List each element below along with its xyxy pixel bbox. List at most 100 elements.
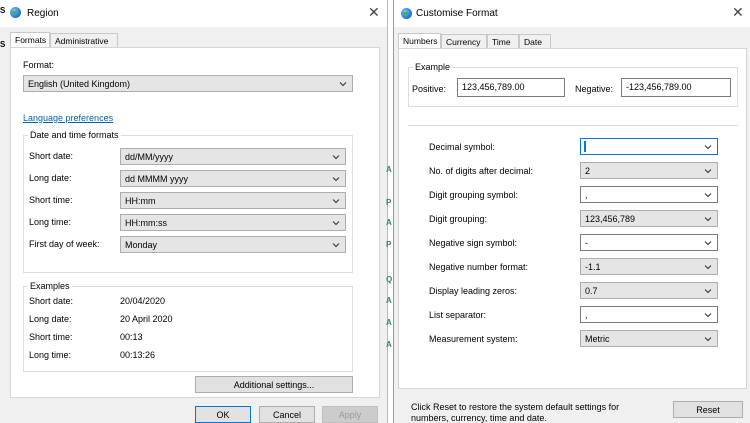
chevron-down-icon xyxy=(704,335,712,343)
reset-button[interactable]: Reset xyxy=(673,401,743,418)
example-short-time-value: 00:13 xyxy=(120,332,143,342)
ok-button[interactable]: OK xyxy=(195,406,251,423)
decimal-symbol-label: Decimal symbol: xyxy=(429,142,496,152)
chevron-down-icon xyxy=(704,239,712,247)
short-time-value: HH:mm xyxy=(125,196,156,206)
long-date-dropdown[interactable]: dd MMMM yyyy xyxy=(120,170,346,187)
display-leading-zeros-value: 0.7 xyxy=(585,286,598,296)
long-date-value: dd MMMM yyyy xyxy=(125,174,188,184)
positive-label: Positive: xyxy=(412,84,447,94)
background-glyph: A xyxy=(386,296,392,305)
negative-number-format-dropdown[interactable]: -1.1 xyxy=(580,258,718,275)
tab-date[interactable]: Date xyxy=(519,34,551,48)
first-day-of-week-label: First day of week: xyxy=(29,239,100,249)
background-glyph: P xyxy=(386,240,392,249)
example-short-date-label: Short date: xyxy=(29,296,74,306)
digit-grouping-value: 123,456,789 xyxy=(585,214,636,224)
examples-title: Examples xyxy=(28,281,72,291)
region-title: Region xyxy=(27,8,59,19)
positive-value: 123,456,789.00 xyxy=(462,82,525,92)
measurement-system-value: Metric xyxy=(585,334,610,344)
short-date-value: dd/MM/yyyy xyxy=(125,152,174,162)
cancel-button[interactable]: Cancel xyxy=(259,406,315,423)
format-value: English (United Kingdom) xyxy=(28,79,131,89)
chevron-down-icon xyxy=(704,263,712,271)
example-long-time-value: 00:13:26 xyxy=(120,350,156,360)
background-left-glyph: S xyxy=(0,6,6,15)
chevron-down-icon xyxy=(704,167,712,175)
digits-after-decimal-label: No. of digits after decimal: xyxy=(429,166,534,176)
short-date-dropdown[interactable]: dd/MM/yyyy xyxy=(120,148,346,165)
chevron-down-icon xyxy=(704,143,712,151)
digit-grouping-symbol-label: Digit grouping symbol: xyxy=(429,190,519,200)
negative-sign-symbol-value: - xyxy=(585,238,588,248)
short-time-label: Short time: xyxy=(29,195,73,205)
negative-number-format-label: Negative number format: xyxy=(429,262,529,272)
format-label: Format: xyxy=(23,60,55,70)
example-long-date-value: 20 April 2020 xyxy=(120,314,173,324)
chevron-down-icon xyxy=(332,219,340,227)
background-glyph: A xyxy=(386,318,392,327)
additional-settings-button[interactable]: Additional settings... xyxy=(195,376,353,393)
example-short-date-value: 20/04/2020 xyxy=(120,296,166,306)
negative-example-box: -123,456,789.00 xyxy=(621,78,731,97)
decimal-symbol-dropdown[interactable] xyxy=(580,138,718,155)
separator xyxy=(408,125,738,126)
tab-currency[interactable]: Currency xyxy=(441,34,487,48)
examples-group: Examples Short date: 20/04/2020 Long dat… xyxy=(23,281,353,372)
long-time-label: Long time: xyxy=(29,217,72,227)
tab-time[interactable]: Time xyxy=(487,34,519,48)
example-title: Example xyxy=(413,62,453,72)
negative-label: Negative: xyxy=(575,84,614,94)
first-day-of-week-value: Monday xyxy=(125,240,158,250)
short-time-dropdown[interactable]: HH:mm xyxy=(120,192,346,209)
format-dropdown[interactable]: English (United Kingdom) xyxy=(23,75,353,92)
background-left-glyph: S xyxy=(0,40,6,49)
negative-sign-symbol-dropdown[interactable]: - xyxy=(580,234,718,251)
chevron-down-icon xyxy=(332,175,340,183)
chevron-down-icon xyxy=(339,80,347,88)
display-leading-zeros-label: Display leading zeros: xyxy=(429,286,518,296)
negative-number-format-value: -1.1 xyxy=(585,262,601,272)
globe-icon xyxy=(10,7,21,18)
example-long-time-label: Long time: xyxy=(29,350,72,360)
customise-title: Customise Format xyxy=(416,8,498,19)
chevron-down-icon xyxy=(704,311,712,319)
close-icon[interactable]: ✕ xyxy=(732,4,744,21)
digit-grouping-symbol-dropdown[interactable]: , xyxy=(580,186,718,203)
language-preferences-link[interactable]: Language preferences xyxy=(23,113,113,123)
tab-numbers[interactable]: Numbers xyxy=(398,33,441,49)
positive-example-box: 123,456,789.00 xyxy=(457,78,565,97)
region-titlebar: Region ✕ xyxy=(0,0,387,27)
digit-grouping-dropdown[interactable]: 123,456,789 xyxy=(580,210,718,227)
negative-value: -123,456,789.00 xyxy=(626,82,692,92)
tab-formats[interactable]: Formats xyxy=(10,32,50,48)
close-icon[interactable]: ✕ xyxy=(368,4,380,21)
apply-button[interactable]: Apply xyxy=(322,406,378,423)
chevron-down-icon xyxy=(704,215,712,223)
chevron-down-icon xyxy=(332,197,340,205)
measurement-system-dropdown[interactable]: Metric xyxy=(580,330,718,347)
background-glyph: A xyxy=(386,218,392,227)
chevron-down-icon xyxy=(332,153,340,161)
background-glyph: A xyxy=(386,340,392,349)
background-glyph: P xyxy=(386,198,392,207)
chevron-down-icon xyxy=(704,191,712,199)
reset-note: Click Reset to restore the system defaul… xyxy=(411,402,620,423)
long-time-dropdown[interactable]: HH:mm:ss xyxy=(120,214,346,231)
negative-sign-symbol-label: Negative sign symbol: xyxy=(429,238,518,248)
digit-grouping-symbol-value: , xyxy=(585,190,588,200)
long-date-label: Long date: xyxy=(29,173,72,183)
background-glyph: Q xyxy=(386,275,393,284)
display-leading-zeros-dropdown[interactable]: 0.7 xyxy=(580,282,718,299)
tab-administrative[interactable]: Administrative xyxy=(50,33,118,47)
long-time-value: HH:mm:ss xyxy=(125,218,167,228)
region-window: Region ✕ Formats Administrative Format: … xyxy=(0,0,388,423)
customise-titlebar: Customise Format ✕ xyxy=(394,0,750,27)
chevron-down-icon xyxy=(704,287,712,295)
digits-after-decimal-dropdown[interactable]: 2 xyxy=(580,162,718,179)
example-long-date-label: Long date: xyxy=(29,314,72,324)
list-separator-dropdown[interactable]: , xyxy=(580,306,718,323)
digit-grouping-label: Digit grouping: xyxy=(429,214,488,224)
first-day-of-week-dropdown[interactable]: Monday xyxy=(120,236,346,253)
